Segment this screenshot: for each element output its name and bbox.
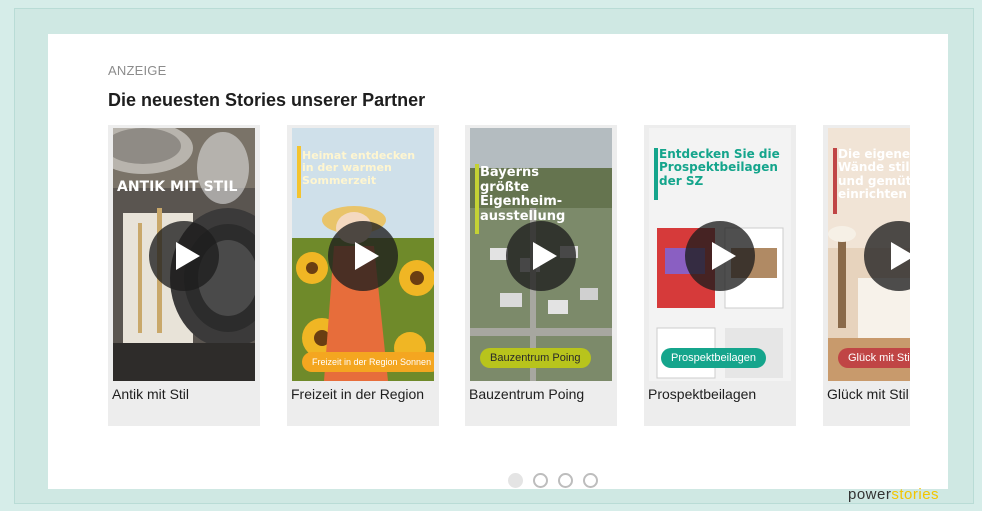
pagination-dot-2[interactable]: [533, 473, 548, 488]
pagination-dot-1[interactable]: [508, 473, 523, 488]
ad-widget: ANZEIGE Die neuesten Stories unserer Par…: [48, 34, 948, 503]
story-thumbnail[interactable]: Heimat entdecken in der warmen Sommerzei…: [292, 128, 434, 381]
story-pill: Glück mit Stil: [838, 348, 910, 368]
play-button[interactable]: [506, 221, 576, 291]
story-overlay-title: Entdecken Sie die Prospektbeilagen der S…: [659, 147, 780, 188]
widget-headline: Die neuesten Stories unserer Partner: [108, 90, 426, 110]
ad-label: ANZEIGE: [108, 63, 167, 78]
accent-bar: [475, 164, 479, 234]
stories-carousel: ANTIK MIT STIL Antik mit Stil Heimat ent…: [108, 125, 910, 426]
story-thumbnail[interactable]: Entdecken Sie die Prospektbeilagen der S…: [649, 128, 791, 381]
story-overlay-title: Die eigenen Wände stil- und gemütlich ei…: [838, 147, 910, 202]
accent-bar: [297, 146, 301, 198]
story-caption[interactable]: Antik mit Stil: [112, 386, 189, 402]
story-overlay-title: Heimat entdecken in der warmen Sommerzei…: [302, 149, 416, 187]
play-button[interactable]: [149, 221, 219, 291]
story-caption[interactable]: Prospektbeilagen: [648, 386, 756, 402]
story-pill: Prospektbeilagen: [661, 348, 767, 368]
play-button[interactable]: [685, 221, 755, 291]
pagination-dot-4[interactable]: [583, 473, 598, 488]
story-caption[interactable]: Bauzentrum Poing: [469, 386, 584, 402]
story-caption[interactable]: Glück mit Stil: [827, 386, 909, 402]
story-thumbnail[interactable]: Die eigenen Wände stil- und gemütlich ei…: [828, 128, 910, 381]
brand-part-2: stories: [891, 486, 940, 503]
accent-bar: [833, 148, 837, 214]
brand-part-1: power: [848, 486, 892, 503]
pagination-dot-3[interactable]: [558, 473, 573, 488]
story-card-prospektbeilagen[interactable]: Entdecken Sie die Prospektbeilagen der S…: [644, 125, 796, 426]
story-card-antik[interactable]: ANTIK MIT STIL Antik mit Stil: [108, 125, 260, 426]
story-card-freizeit[interactable]: Heimat entdecken in der warmen Sommerzei…: [287, 125, 439, 426]
play-button[interactable]: [328, 221, 398, 291]
story-pill: Bauzentrum Poing: [480, 348, 591, 368]
story-pill: Freizeit in der Region Sonnen: [302, 352, 434, 372]
accent-bar: [654, 148, 658, 200]
story-overlay-title: ANTIK MIT STIL: [117, 179, 238, 195]
carousel-pagination: [508, 473, 598, 488]
story-caption[interactable]: Freizeit in der Region: [291, 386, 424, 402]
story-overlay-title: Bayerns größte Eigenheim-ausstellung: [480, 165, 566, 224]
story-thumbnail[interactable]: ANTIK MIT STIL: [113, 128, 255, 381]
powerstories-logo[interactable]: powerstories: [848, 486, 939, 503]
story-card-bauzentrum[interactable]: Bayerns größte Eigenheim-ausstellung Bau…: [465, 125, 617, 426]
story-thumbnail[interactable]: Bayerns größte Eigenheim-ausstellung Bau…: [470, 128, 612, 381]
story-card-glueck[interactable]: Die eigenen Wände stil- und gemütlich ei…: [823, 125, 910, 426]
